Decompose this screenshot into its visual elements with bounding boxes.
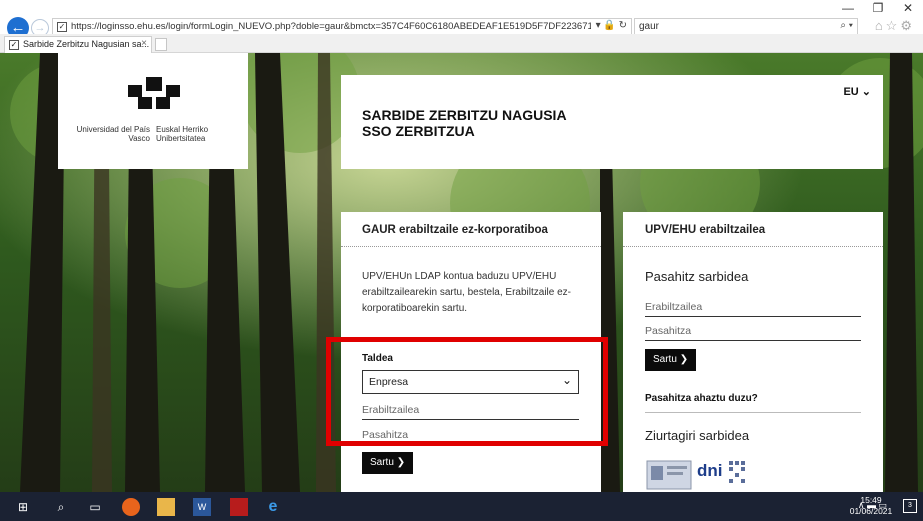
upv-card-header: UPV/EHU erabiltzailea (623, 212, 883, 247)
url-text: https://loginsso.ehu.es/login/formLogin_… (71, 21, 591, 32)
internet-explorer-icon[interactable]: e (264, 498, 282, 516)
firefox-icon[interactable] (122, 498, 140, 516)
clock-time: 15:49 (860, 495, 882, 505)
upv-password-input[interactable]: Pasahitza (645, 323, 861, 341)
clock-date: 01/06/2021 (849, 506, 893, 516)
upv-username-placeholder: Erabiltzailea (645, 301, 703, 313)
chevron-right-icon: ❯ (396, 457, 406, 468)
word-icon[interactable]: W (193, 498, 211, 516)
tab-close-icon[interactable]: × (141, 38, 147, 49)
search-icon[interactable]: ⌕ (52, 498, 70, 516)
qr-pattern-icon (729, 461, 745, 483)
tab-title: Sarbide Zerbitzu Nagusian sa... (23, 39, 150, 49)
upv-password-placeholder: Pasahitza (645, 325, 692, 337)
pdf-reader-icon[interactable] (230, 498, 248, 516)
tab-favicon-icon: ✓ (9, 40, 19, 50)
password-access-heading: Pasahitz sarbidea (645, 269, 749, 284)
close-window-icon[interactable]: ✕ (893, 0, 923, 16)
upv-card-title: UPV/EHU erabiltzailea (645, 224, 766, 236)
gaur-card-title: GAUR erabiltzaile ez-korporatiboa (362, 224, 548, 236)
logo-text-eu: Euskal Herriko Unibertsitatea (156, 125, 209, 143)
notifications-icon[interactable]: 3 (903, 499, 917, 513)
tab-bar: ✓ Sarbide Zerbitzu Nagusian sa... × (0, 34, 923, 53)
university-emblem-icon (128, 77, 180, 109)
clock[interactable]: 15:49 01/06/2021 (848, 495, 894, 517)
page-title: SARBIDE ZERBITZU NAGUSIA SSO ZERBITZUA (362, 107, 567, 139)
windows-taskbar: ⊞ ⌕ ▭ W e ∧ ▬ ▭ 15:49 01/06/2021 3 (0, 492, 923, 521)
divider (645, 412, 861, 413)
upv-username-input[interactable]: Erabiltzailea (645, 299, 861, 317)
header-panel: SARBIDE ZERBITZU NAGUSIA SSO ZERBITZUA E… (341, 75, 883, 169)
dni-label: dni (697, 461, 723, 480)
window-controls: — ❐ ✕ (833, 0, 923, 16)
dni-card-icon (646, 460, 692, 490)
minimize-icon[interactable]: — (833, 0, 863, 16)
page-title-line1: SARBIDE ZERBITZU NAGUSIA (362, 107, 567, 123)
logo-text-es: Universidad del País Vasco (76, 125, 150, 143)
lock-refresh-icon[interactable]: ▾ 🔒 ↻ (596, 20, 627, 31)
search-text: gaur (639, 21, 660, 32)
language-label: EU (843, 86, 859, 98)
browser-tab[interactable]: ✓ Sarbide Zerbitzu Nagusian sa... × (4, 36, 152, 53)
gaur-card-header: GAUR erabiltzaile ez-korporatiboa (341, 212, 601, 247)
upv-login-label: Sartu (653, 354, 677, 365)
forgot-password-link[interactable]: Pasahitza ahaztu duzu? (645, 393, 758, 404)
restore-icon[interactable]: ❐ (863, 0, 893, 16)
chevron-down-icon: ⌄ (861, 86, 871, 98)
new-tab-icon[interactable] (155, 38, 167, 51)
site-favicon-icon: ✓ (57, 22, 67, 32)
language-selector[interactable]: EU ⌄ (843, 85, 871, 98)
browser-address-bar: ← → ✓ https://loginsso.ehu.es/login/form… (0, 0, 923, 39)
page-content: Universidad del País Vasco Euskal Herrik… (0, 53, 923, 492)
home-favorites-settings-icons[interactable]: ⌂☆⚙ (875, 18, 915, 34)
upv-login-button[interactable]: Sartu ❯ (645, 349, 697, 371)
university-logo[interactable]: Universidad del País Vasco Euskal Herrik… (58, 53, 248, 169)
chevron-right-icon: ❯ (679, 354, 689, 365)
search-icon[interactable]: ⌕ ▾ (840, 20, 853, 31)
gaur-login-label: Sartu (370, 457, 394, 468)
certificate-access-heading: Ziurtagiri sarbidea (645, 428, 750, 443)
gaur-description: UPV/EHUn LDAP kontua baduzu UPV/EHU erab… (362, 271, 571, 314)
gaur-login-button[interactable]: Sartu ❯ (362, 452, 414, 474)
task-view-icon[interactable]: ▭ (86, 498, 104, 516)
upv-login-card: UPV/EHU erabiltzailea Pasahitz sarbidea … (623, 212, 883, 492)
red-highlight-box (326, 337, 608, 446)
file-explorer-icon[interactable] (157, 498, 175, 516)
page-title-line2: SSO ZERBITZUA (362, 123, 475, 139)
dni-certificate-button[interactable]: dni (645, 457, 747, 492)
windows-start-icon[interactable]: ⊞ (14, 498, 32, 516)
